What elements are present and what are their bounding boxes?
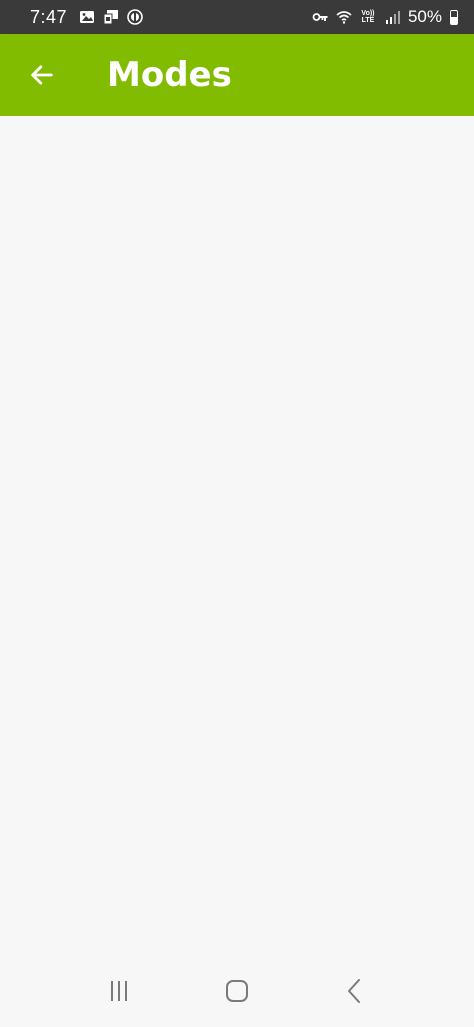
battery-percent: 50% (407, 7, 442, 26)
gallery-icon (79, 9, 95, 25)
content-area (0, 116, 474, 954)
status-time: 7:47 (30, 6, 68, 27)
wifi-icon (336, 9, 352, 25)
sim-card-icon (103, 9, 119, 25)
volte-label: Vo)) (361, 10, 375, 17)
back-button[interactable] (17, 50, 67, 100)
battery-fill (451, 17, 457, 24)
vpn-key-icon (312, 9, 328, 25)
recents-button[interactable] (89, 966, 149, 1016)
recents-icon (111, 980, 127, 1001)
signal-icon (384, 9, 400, 25)
navigation-bar (0, 954, 474, 1027)
volte-icon: Vo)) LTE (360, 9, 376, 25)
back-icon (348, 978, 360, 1003)
nav-back-button[interactable] (325, 966, 385, 1016)
status-right: Vo)) LTE 50% (312, 7, 458, 27)
status-bar: 7:47 Vo)) LTE 50% (0, 0, 474, 34)
app-bar: Modes (0, 34, 474, 116)
screen: 7:47 Vo)) LTE 50% Modes (0, 0, 474, 1027)
status-left: 7:47 (30, 7, 143, 28)
page-title: Modes (107, 55, 232, 95)
arrow-back-icon (31, 65, 53, 85)
app-notification-icon (127, 9, 143, 25)
battery-icon (450, 9, 458, 25)
home-icon (226, 979, 248, 1002)
lte-label: LTE (361, 17, 375, 24)
home-button[interactable] (207, 966, 267, 1016)
